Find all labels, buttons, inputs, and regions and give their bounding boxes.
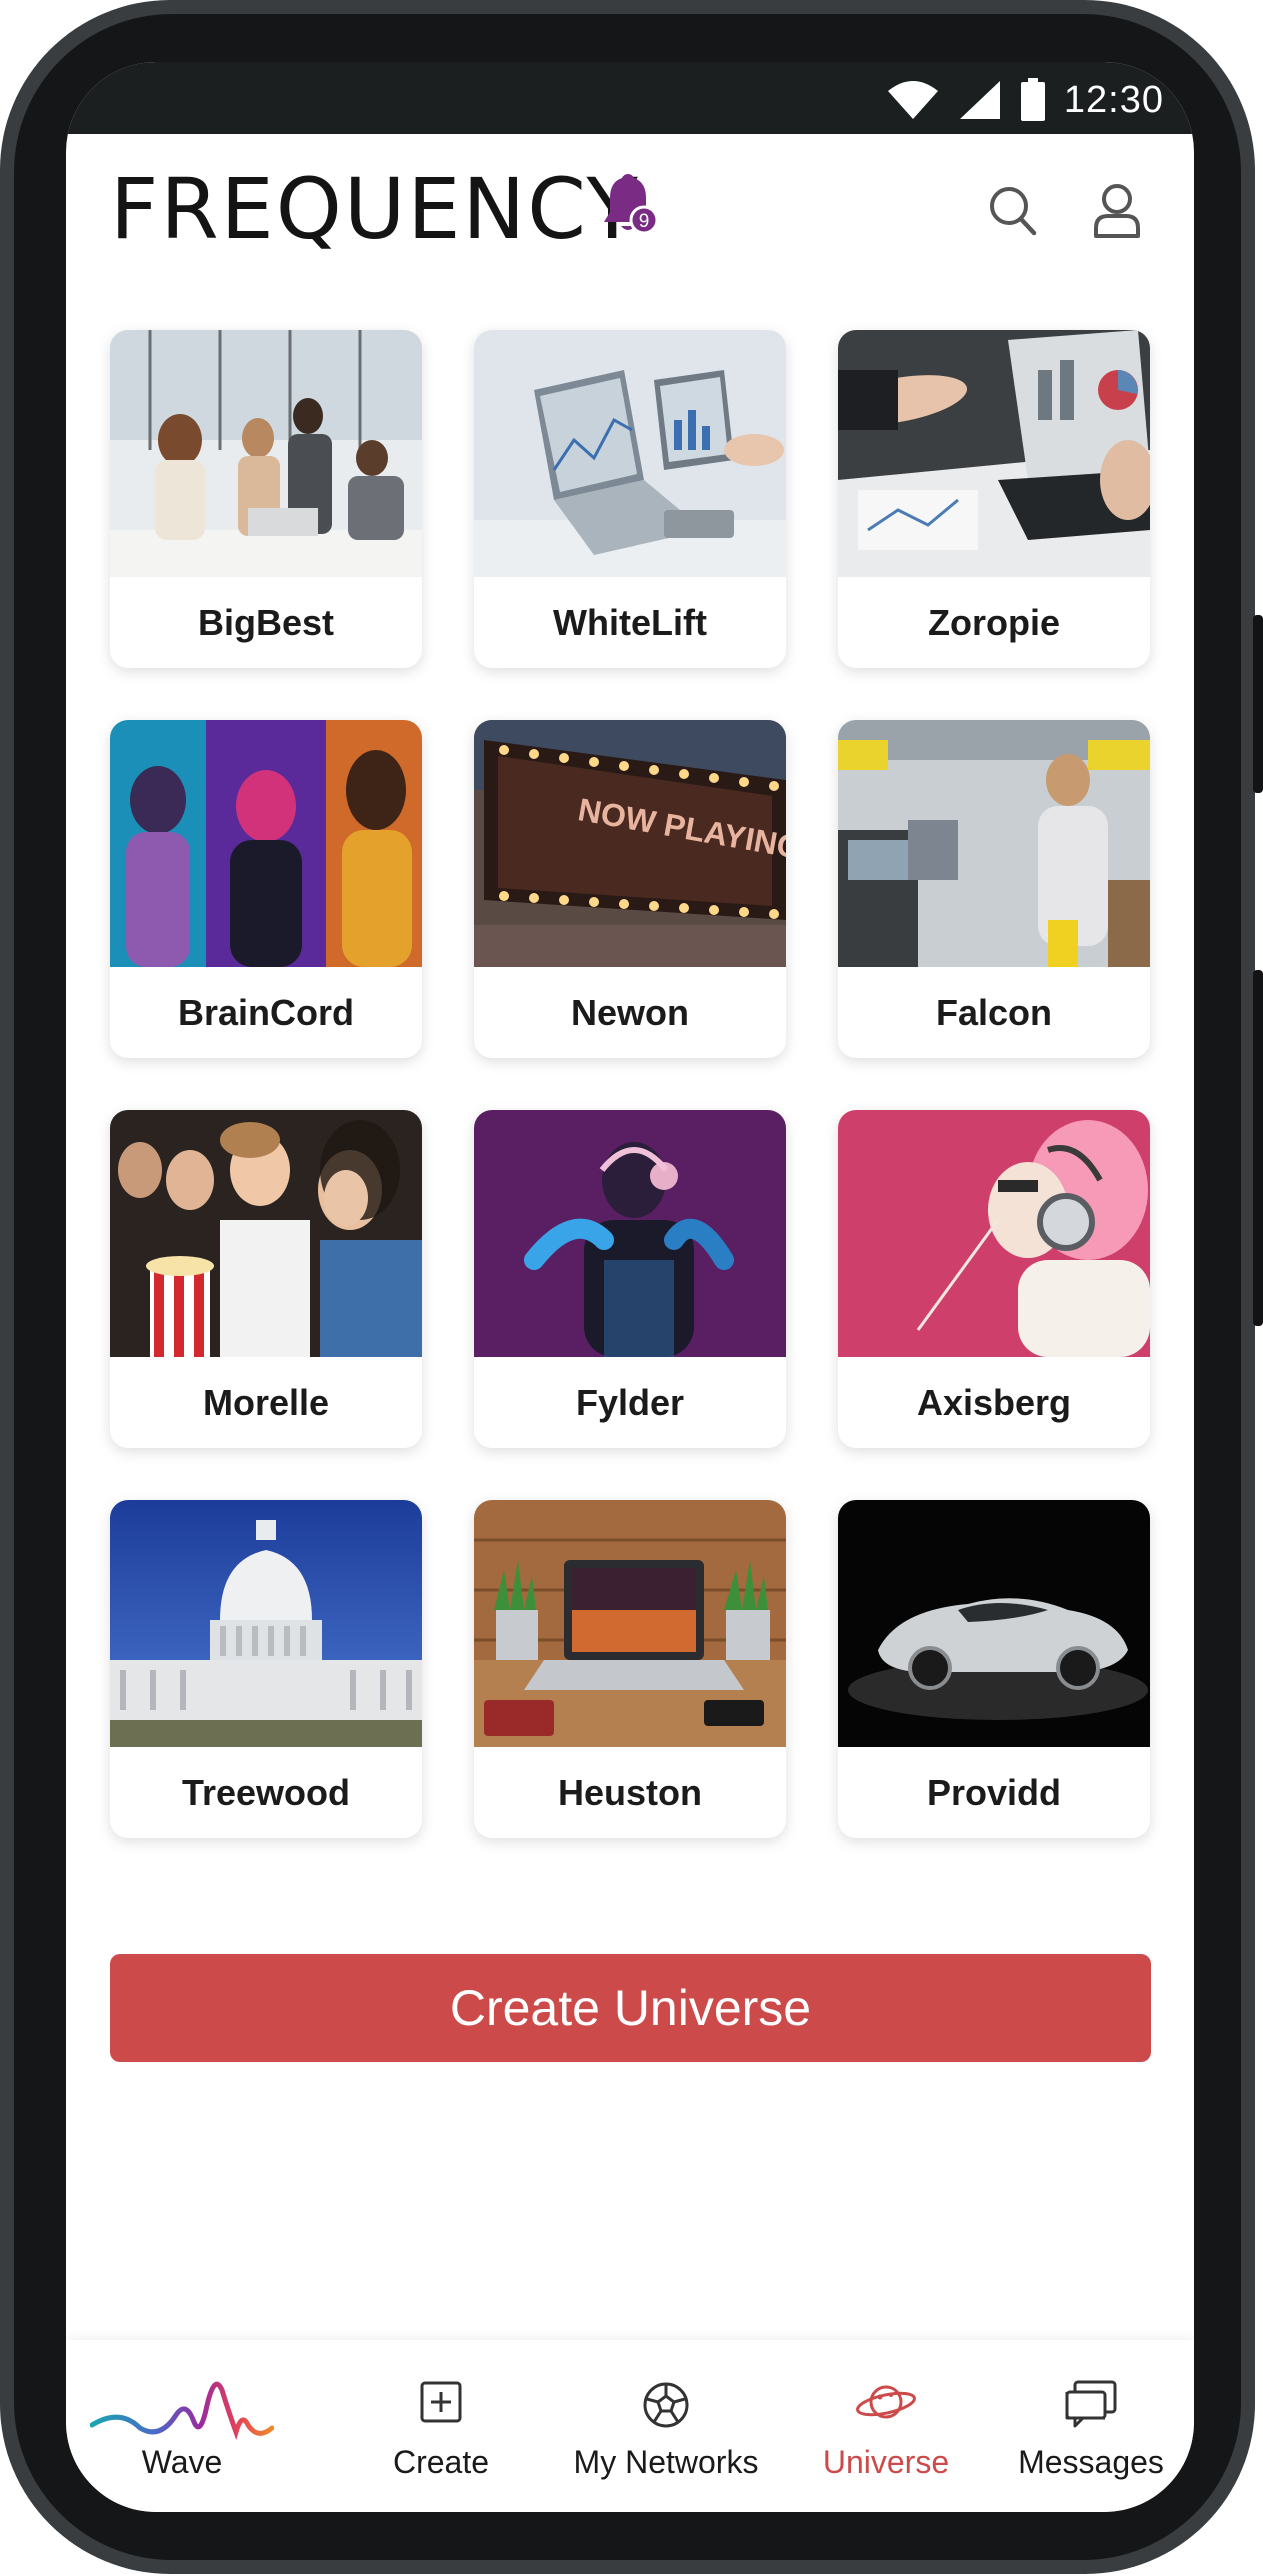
- nav-item-wave[interactable]: Wave: [90, 2340, 274, 2512]
- search-button[interactable]: [986, 182, 1040, 240]
- cinema-audience-photo: [110, 1110, 422, 1357]
- universe-name: WhiteLift: [553, 602, 707, 643]
- universe-card-heuston[interactable]: Heuston: [474, 1500, 786, 1838]
- volume-button: [1253, 615, 1263, 793]
- search-icon: [990, 187, 1037, 236]
- dj-headphones-photo: [474, 1110, 786, 1357]
- profile-button[interactable]: [1090, 182, 1144, 240]
- app-logo: FREQUENCY: [110, 160, 640, 258]
- bottom-nav: Wave Create My Networks Universe Message…: [66, 2340, 1194, 2512]
- plus-square-icon: [420, 2381, 462, 2423]
- messages-icon: [1065, 2380, 1117, 2428]
- universe-card-newon[interactable]: NOW PLAYING Newon: [474, 720, 786, 1058]
- nav-item-messages[interactable]: Messages: [1006, 2340, 1176, 2512]
- nav-label: Messages: [1018, 2444, 1164, 2480]
- notification-bell[interactable]: 9: [598, 174, 659, 238]
- universe-card-braincord[interactable]: BrainCord: [110, 720, 422, 1058]
- office-team-photo: [110, 330, 422, 577]
- universe-card-morelle[interactable]: Morelle: [110, 1110, 422, 1448]
- status-time: 12:30: [1063, 78, 1164, 121]
- universe-name: Providd: [926, 1772, 1061, 1813]
- profile-icon: [1094, 184, 1140, 238]
- universe-card-falcon[interactable]: Falcon: [838, 720, 1150, 1058]
- cell-signal-icon: [959, 81, 1000, 119]
- universe-name: Fylder: [575, 1382, 685, 1423]
- now-playing-marquee-photo: NOW PLAYING: [474, 720, 786, 967]
- bell-icon: 9: [604, 174, 659, 235]
- nav-label: Wave: [141, 2444, 223, 2480]
- wifi-icon: [887, 81, 938, 119]
- status-bar: 12:30: [66, 62, 1194, 134]
- business-analytics-photo: [838, 330, 1150, 577]
- universe-card-fylder[interactable]: Fylder: [474, 1110, 786, 1448]
- universe-name: Zoropie: [928, 602, 1060, 643]
- universe-name: BigBest: [197, 602, 335, 643]
- universe-name: Morelle: [202, 1382, 330, 1423]
- wave-icon: [90, 2381, 274, 2440]
- app-screen: 12:30 FREQUENCY 9 BigBest WhiteLift Zoro…: [66, 62, 1194, 2512]
- soccer-ball-icon: [643, 2382, 689, 2428]
- universe-card-zoropie[interactable]: Zoropie: [838, 330, 1150, 668]
- nav-label: My Networks: [573, 2444, 759, 2480]
- nav-item-universe[interactable]: Universe: [806, 2340, 966, 2512]
- self-checkout-store-photo: [838, 720, 1150, 967]
- neon-portraits-photo: [110, 720, 422, 967]
- notification-count: 9: [639, 211, 650, 232]
- universe-name: Treewood: [181, 1772, 351, 1813]
- laptop-desk-plants-photo: [474, 1500, 786, 1747]
- nav-item-create[interactable]: Create: [376, 2340, 506, 2512]
- universe-card-treewood[interactable]: Treewood: [110, 1500, 422, 1838]
- universe-name: Newon: [570, 992, 689, 1033]
- sports-car-photo: [838, 1500, 1150, 1747]
- capitol-building-photo: [110, 1500, 422, 1747]
- pink-hair-headphones-photo: [838, 1110, 1150, 1357]
- create-universe-button[interactable]: Create Universe: [110, 1954, 1151, 2062]
- nav-label: Universe: [822, 2444, 950, 2480]
- laptop-charts-photo: [474, 330, 786, 577]
- universe-name: Falcon: [935, 992, 1052, 1033]
- planet-icon: [856, 2385, 916, 2419]
- nav-item-my-networks[interactable]: My Networks: [546, 2340, 786, 2512]
- power-button: [1253, 970, 1263, 1326]
- universe-name: Heuston: [558, 1772, 702, 1813]
- universe-card-bigbest[interactable]: BigBest: [110, 330, 422, 668]
- universe-name: BrainCord: [177, 992, 354, 1033]
- battery-icon: [1020, 78, 1045, 121]
- universe-card-whitelift[interactable]: WhiteLift: [474, 330, 786, 668]
- universe-card-providd[interactable]: Providd: [838, 1500, 1150, 1838]
- universe-name: Axisberg: [916, 1382, 1072, 1423]
- universe-card-axisberg[interactable]: Axisberg: [838, 1110, 1150, 1448]
- nav-label: Create: [392, 2444, 490, 2480]
- universe-grid: BigBest WhiteLift Zoropie BrainCord NOW …: [110, 330, 1151, 1838]
